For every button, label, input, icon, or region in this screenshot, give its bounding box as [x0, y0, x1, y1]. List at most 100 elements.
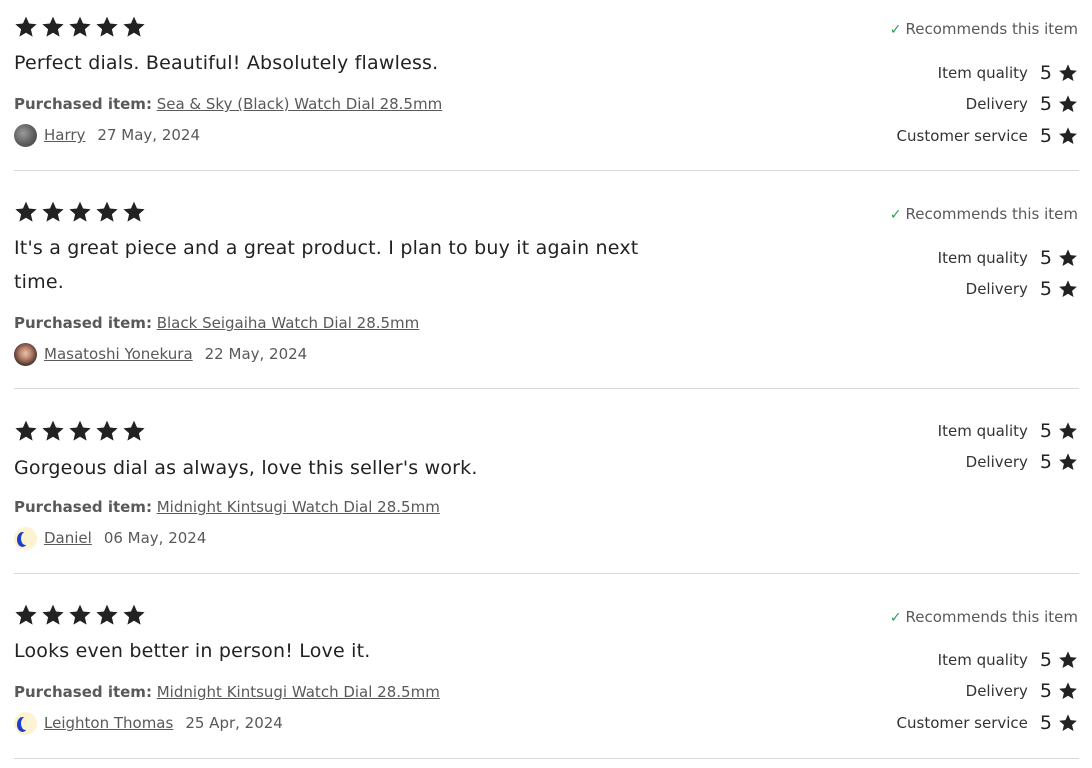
star-icon [123, 604, 145, 625]
review-text: Gorgeous dial as always, love this selle… [14, 457, 478, 479]
star-icon [69, 16, 91, 37]
star-icon [1059, 682, 1077, 700]
rating-label: Item quality [937, 421, 1028, 440]
rating-row-delivery: Delivery 5 [938, 447, 1078, 479]
review-text: Looks even better in person! Love it. [14, 640, 371, 662]
star-icon [69, 201, 91, 222]
star-icon [96, 201, 118, 222]
check-icon: ✓ [889, 22, 902, 38]
rating-breakdown: Item quality 5 Delivery 5 Customer servi… [897, 57, 1078, 152]
rating-breakdown: Item quality 5 Delivery 5 [938, 242, 1078, 305]
rating-value: 5 [1039, 93, 1052, 116]
star-icon [96, 16, 118, 37]
star-icon [1059, 714, 1077, 732]
harry-avatar[interactable] [14, 123, 37, 147]
rating-row-item-quality: Item quality 5 [938, 415, 1078, 447]
star-icon [1059, 651, 1077, 668]
review-star-rating [14, 603, 146, 627]
star-icon [15, 201, 37, 222]
review-author: Daniel 06 May, 2024 [14, 526, 206, 550]
author-name-link[interactable]: Harry [44, 126, 85, 144]
rating-value: 5 [1039, 61, 1052, 84]
rating-breakdown: Item quality 5 Delivery 5 [938, 415, 1078, 478]
review-star-rating [14, 200, 146, 224]
rating-value: 5 [1039, 711, 1052, 734]
review-text: Perfect dials. Beautiful! Absolutely fla… [14, 52, 439, 74]
masatoshi-avatar[interactable] [14, 342, 37, 366]
purchased-item: Purchased item: Midnight Kintsugi Watch … [14, 497, 440, 517]
rating-label: Delivery [965, 682, 1028, 701]
purchased-item-label: Purchased item: [14, 498, 152, 516]
rating-row-customer-service: Customer service 5 [897, 707, 1078, 739]
rating-label: Delivery [965, 280, 1028, 299]
review-divider [14, 388, 1079, 389]
recommends-label: Recommends this item [905, 205, 1079, 223]
star-icon [42, 604, 64, 625]
star-icon [1059, 249, 1077, 266]
star-icon [123, 420, 145, 441]
recommends-badge: ✓ Recommends this item [890, 607, 1078, 628]
recommends-badge: ✓ Recommends this item [890, 204, 1078, 225]
review-date: 22 May, 2024 [204, 345, 308, 363]
rating-label: Customer service [896, 713, 1028, 732]
star-icon [1059, 64, 1077, 81]
author-name-link[interactable]: Masatoshi Yonekura [44, 345, 193, 363]
recommends-badge: ✓ Recommends this item [890, 19, 1078, 40]
review-card: ✓ Recommends this item It's a great piece… [0, 185, 1092, 389]
star-icon [1059, 453, 1077, 471]
purchased-item: Purchased item: Midnight Kintsugi Watch … [14, 682, 440, 702]
rating-value: 5 [1039, 124, 1052, 147]
purchased-item-label: Purchased item: [14, 314, 152, 332]
purchased-item-label: Purchased item: [14, 683, 152, 701]
rating-row-delivery: Delivery 5 [897, 676, 1078, 708]
rating-value: 5 [1039, 648, 1052, 671]
review-divider [14, 573, 1079, 574]
rating-label: Delivery [965, 453, 1028, 472]
review-author: Leighton Thomas 25 Apr, 2024 [14, 711, 283, 735]
rating-value: 5 [1039, 680, 1052, 703]
rating-label: Delivery [965, 95, 1028, 114]
review-card: ✓ Recommends this item Perfect dials. Bea… [0, 0, 1092, 171]
review-author: Masatoshi Yonekura 22 May, 2024 [14, 342, 307, 366]
rating-value: 5 [1039, 451, 1052, 474]
star-icon [1059, 280, 1077, 298]
review-divider [14, 170, 1079, 171]
review-date: 27 May, 2024 [97, 126, 200, 144]
star-icon [1059, 422, 1077, 439]
star-icon [96, 604, 118, 625]
purchased-item-label: Purchased item: [14, 95, 152, 113]
star-icon [96, 420, 118, 441]
star-icon [15, 16, 37, 37]
purchased-item-link[interactable]: Midnight Kintsugi Watch Dial 28.5mm [157, 683, 440, 701]
star-icon [123, 16, 145, 37]
rating-value: 5 [1039, 246, 1052, 269]
author-name-link[interactable]: Leighton Thomas [44, 714, 173, 732]
rating-row-delivery: Delivery 5 [897, 89, 1078, 121]
rating-value: 5 [1039, 419, 1052, 442]
review-card: ✓ Recommends this item Looks even better … [0, 588, 1092, 768]
rating-row-item-quality: Item quality 5 [897, 57, 1078, 89]
purchased-item-link[interactable]: Black Seigaiha Watch Dial 28.5mm [157, 314, 420, 332]
rating-row-item-quality: Item quality 5 [938, 242, 1078, 274]
review-author: Harry 27 May, 2024 [14, 123, 200, 147]
rating-label: Item quality [937, 248, 1028, 267]
star-icon [69, 420, 91, 441]
star-icon [69, 604, 91, 625]
check-icon: ✓ [889, 610, 902, 626]
review-star-rating [14, 15, 146, 39]
author-name-link[interactable]: Daniel [44, 529, 92, 547]
rating-label: Item quality [937, 63, 1028, 82]
rating-row-item-quality: Item quality 5 [897, 644, 1078, 676]
star-icon [123, 201, 145, 222]
leighton-avatar[interactable] [14, 711, 37, 735]
star-icon [1059, 95, 1077, 113]
star-icon [15, 420, 37, 441]
purchased-item-link[interactable]: Midnight Kintsugi Watch Dial 28.5mm [157, 498, 440, 516]
rating-row-delivery: Delivery 5 [938, 274, 1078, 306]
purchased-item: Purchased item: Black Seigaiha Watch Dia… [14, 313, 419, 333]
review-star-rating [14, 419, 146, 443]
star-icon [42, 420, 64, 441]
daniel-avatar[interactable] [14, 526, 37, 550]
purchased-item-link[interactable]: Sea & Sky (Black) Watch Dial 28.5mm [157, 95, 442, 113]
review-divider [14, 758, 1079, 759]
